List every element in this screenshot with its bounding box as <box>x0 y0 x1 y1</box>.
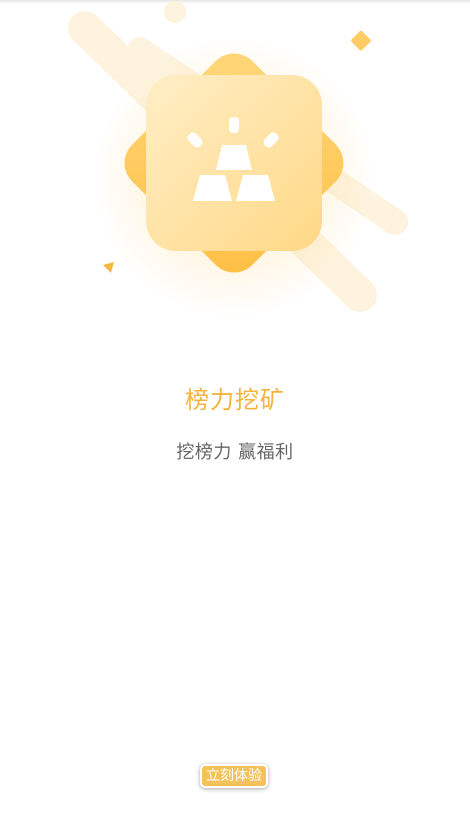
small-diamond-decoration <box>351 30 371 51</box>
feature-title: 榜力挖矿 <box>185 386 285 414</box>
mining-illustration <box>68 1 408 318</box>
small-triangle-decoration <box>103 262 114 273</box>
try-now-button[interactable]: 立刻体验 <box>200 764 268 788</box>
feature-subtitle: 挖榜力 赢福利 <box>176 442 294 463</box>
onboarding-screen: 榜力挖矿 挖榜力 赢福利 立刻体验 <box>0 0 470 832</box>
